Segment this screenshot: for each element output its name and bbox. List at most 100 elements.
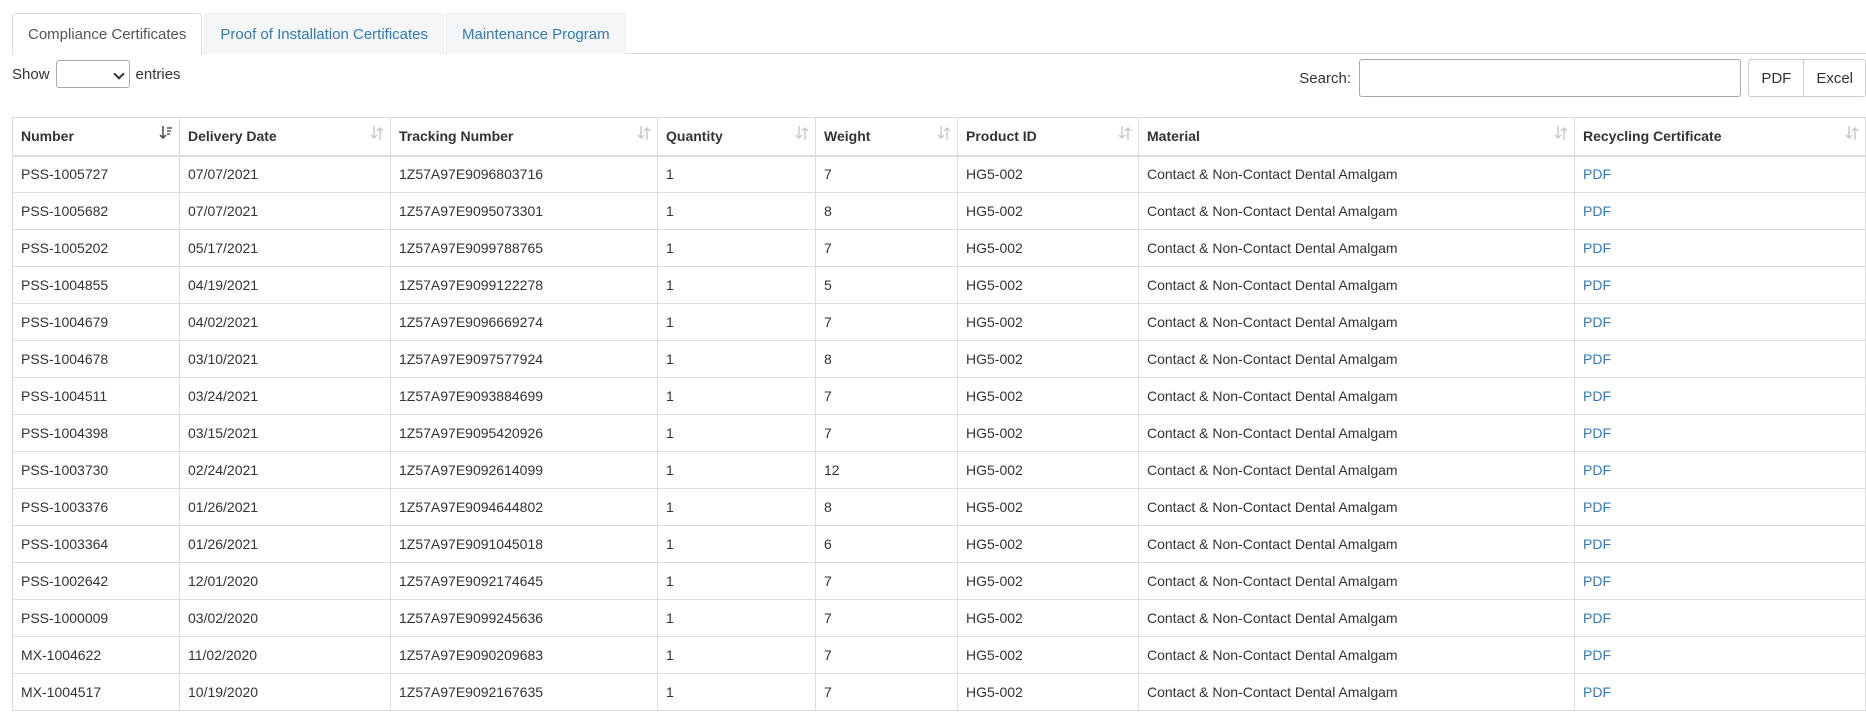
cell-delivery-date: 12/01/2020	[179, 562, 391, 600]
recycling-certificate-pdf-link[interactable]: PDF	[1574, 562, 1866, 600]
cell-tracking-number: 1Z57A97E9092174645	[390, 562, 658, 600]
column-header-tracking-number[interactable]: Tracking Number	[390, 117, 658, 157]
cell-quantity: 1	[657, 192, 816, 230]
table-row: PSS-1004679 04/02/2021 1Z57A97E9096669274 1…	[12, 303, 1866, 341]
column-header-quantity[interactable]: Quantity	[657, 117, 816, 157]
recycling-certificate-pdf-link[interactable]: PDF	[1574, 451, 1866, 489]
cell-number: PSS-1004679	[12, 303, 180, 341]
sort-icon	[637, 124, 651, 142]
table-body: PSS-1005727 07/07/2021 1Z57A97E9096803716 1…	[12, 155, 1866, 711]
cell-weight: 7	[815, 303, 958, 341]
cell-material: Contact & Non-Contact Dental Amalgam	[1138, 562, 1575, 600]
recycling-certificate-pdf-link[interactable]: PDF	[1574, 525, 1866, 563]
sort-icon	[1118, 124, 1132, 142]
cell-product-id: HG5-002	[957, 414, 1139, 452]
cell-weight: 7	[815, 155, 958, 193]
cell-weight: 7	[815, 562, 958, 600]
recycling-certificate-pdf-link[interactable]: PDF	[1574, 377, 1866, 415]
cell-delivery-date: 03/10/2021	[179, 340, 391, 378]
entries-select[interactable]	[55, 60, 130, 88]
column-header-product-id[interactable]: Product ID	[957, 117, 1139, 157]
column-header-material[interactable]: Material	[1138, 117, 1575, 157]
search-input[interactable]	[1359, 59, 1741, 97]
sort-icon	[795, 124, 809, 142]
recycling-certificate-pdf-link[interactable]: PDF	[1574, 266, 1866, 304]
cell-number: PSS-1003730	[12, 451, 180, 489]
table-row: PSS-1003376 01/26/2021 1Z57A97E9094644802 1…	[12, 488, 1866, 526]
column-header-label: Material	[1147, 128, 1200, 145]
length-control: Show entries	[12, 60, 181, 88]
cell-quantity: 1	[657, 155, 816, 193]
table-row: PSS-1004511 03/24/2021 1Z57A97E9093884699 1…	[12, 377, 1866, 415]
cell-material: Contact & Non-Contact Dental Amalgam	[1138, 266, 1575, 304]
cell-material: Contact & Non-Contact Dental Amalgam	[1138, 340, 1575, 378]
cell-tracking-number: 1Z57A97E9094644802	[390, 488, 658, 526]
sort-icon	[1554, 124, 1568, 142]
export-excel-button[interactable]: Excel	[1804, 59, 1866, 97]
cell-number: PSS-1005202	[12, 229, 180, 267]
cell-number: PSS-1004678	[12, 340, 180, 378]
cell-material: Contact & Non-Contact Dental Amalgam	[1138, 192, 1575, 230]
cell-quantity: 1	[657, 414, 816, 452]
cell-delivery-date: 05/17/2021	[179, 229, 391, 267]
cell-tracking-number: 1Z57A97E9097577924	[390, 340, 658, 378]
table-row: PSS-1004398 03/15/2021 1Z57A97E9095420926 1…	[12, 414, 1866, 452]
cell-material: Contact & Non-Contact Dental Amalgam	[1138, 488, 1575, 526]
cell-quantity: 1	[657, 229, 816, 267]
tab-proof-of-installation-certificates[interactable]: Proof of Installation Certificates	[204, 13, 445, 54]
cell-tracking-number: 1Z57A97E9090209683	[390, 636, 658, 674]
cell-number: MX-1004517	[12, 673, 180, 711]
cell-product-id: HG5-002	[957, 229, 1139, 267]
cell-product-id: HG5-002	[957, 562, 1139, 600]
search-label: Search:	[1299, 69, 1351, 87]
cell-delivery-date: 01/26/2021	[179, 488, 391, 526]
sort-icon	[1845, 124, 1859, 142]
cell-tracking-number: 1Z57A97E9091045018	[390, 525, 658, 563]
cell-delivery-date: 07/07/2021	[179, 192, 391, 230]
cell-product-id: HG5-002	[957, 525, 1139, 563]
tab-compliance-certificates[interactable]: Compliance Certificates	[12, 13, 203, 55]
page: Compliance Certificates Proof of Installa…	[0, 0, 1866, 712]
column-header-label: Delivery Date	[188, 128, 277, 145]
recycling-certificate-pdf-link[interactable]: PDF	[1574, 599, 1866, 637]
cell-quantity: 1	[657, 562, 816, 600]
cell-weight: 5	[815, 266, 958, 304]
tab-maintenance-program[interactable]: Maintenance Program	[446, 13, 626, 54]
cell-material: Contact & Non-Contact Dental Amalgam	[1138, 303, 1575, 341]
recycling-certificate-pdf-link[interactable]: PDF	[1574, 340, 1866, 378]
column-header-label: Quantity	[666, 128, 723, 145]
recycling-certificate-pdf-link[interactable]: PDF	[1574, 673, 1866, 711]
column-header-recycling-certificate[interactable]: Recycling Certificate	[1574, 117, 1866, 157]
recycling-certificate-pdf-link[interactable]: PDF	[1574, 229, 1866, 267]
cell-material: Contact & Non-Contact Dental Amalgam	[1138, 155, 1575, 193]
column-header-delivery-date[interactable]: Delivery Date	[179, 117, 391, 157]
cell-delivery-date: 02/24/2021	[179, 451, 391, 489]
recycling-certificate-pdf-link[interactable]: PDF	[1574, 636, 1866, 674]
cell-number: PSS-1000009	[12, 599, 180, 637]
cell-quantity: 1	[657, 599, 816, 637]
cell-number: PSS-1003376	[12, 488, 180, 526]
recycling-certificate-pdf-link[interactable]: PDF	[1574, 155, 1866, 193]
table-row: PSS-1004678 03/10/2021 1Z57A97E9097577924 1…	[12, 340, 1866, 378]
table-row: PSS-1004855 04/19/2021 1Z57A97E9099122278 1…	[12, 266, 1866, 304]
cell-material: Contact & Non-Contact Dental Amalgam	[1138, 673, 1575, 711]
search-control: Search:	[1299, 59, 1741, 97]
recycling-certificate-pdf-link[interactable]: PDF	[1574, 414, 1866, 452]
cell-delivery-date: 11/02/2020	[179, 636, 391, 674]
recycling-certificate-pdf-link[interactable]: PDF	[1574, 303, 1866, 341]
recycling-certificate-pdf-link[interactable]: PDF	[1574, 192, 1866, 230]
export-pdf-button[interactable]: PDF	[1748, 59, 1805, 97]
recycling-certificate-pdf-link[interactable]: PDF	[1574, 488, 1866, 526]
cell-weight: 7	[815, 599, 958, 637]
cell-tracking-number: 1Z57A97E9092167635	[390, 673, 658, 711]
cell-product-id: HG5-002	[957, 340, 1139, 378]
column-header-number[interactable]: Number	[12, 117, 180, 157]
cell-product-id: HG5-002	[957, 192, 1139, 230]
tab-bar: Compliance Certificates Proof of Installa…	[12, 13, 1866, 55]
export-buttons: PDF Excel	[1748, 59, 1866, 97]
column-header-label: Recycling Certificate	[1583, 128, 1722, 145]
column-header-weight[interactable]: Weight	[815, 117, 958, 157]
table-row: PSS-1005202 05/17/2021 1Z57A97E9099788765 1…	[12, 229, 1866, 267]
cell-delivery-date: 10/19/2020	[179, 673, 391, 711]
cell-tracking-number: 1Z57A97E9095073301	[390, 192, 658, 230]
